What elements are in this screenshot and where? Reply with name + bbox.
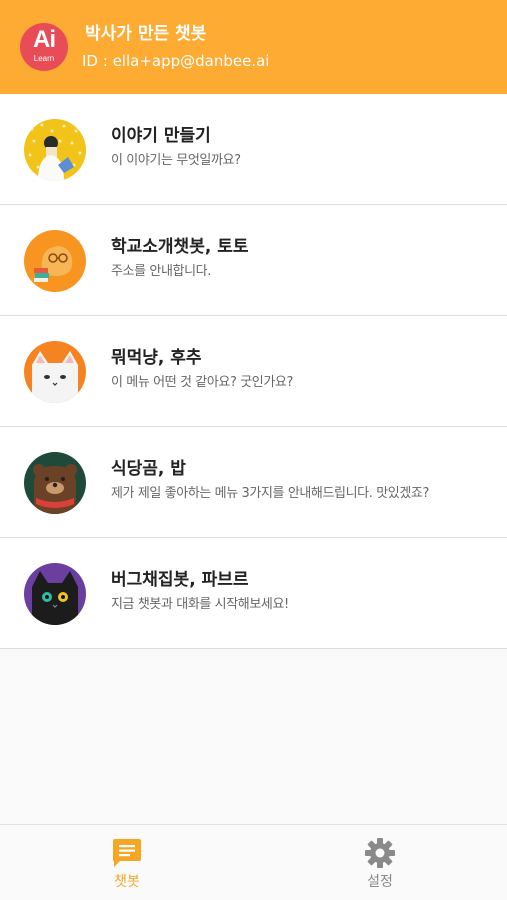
chatbot-item-toto[interactable]: 학교소개챗봇, 토토 주소를 안내합니다. bbox=[0, 205, 507, 316]
story-avatar bbox=[24, 119, 86, 181]
logo-ai-text: Ai bbox=[33, 26, 56, 53]
logo-learn-text: Learn bbox=[33, 54, 55, 63]
user-id: ID : ella+app@danbee.ai bbox=[82, 52, 270, 70]
header-title: 박사가 만든 챗봇 bbox=[85, 24, 207, 44]
app-header: Ai Learn 박사가 만든 챗봇 ID : ella+app@danbee.… bbox=[0, 0, 507, 94]
huchu-avatar bbox=[24, 341, 86, 403]
bap-avatar bbox=[24, 452, 86, 514]
chatbot-item-huchu[interactable]: 뭐먹냥, 후추 이 메뉴 어떤 것 같아요? 굿인가요? bbox=[0, 316, 507, 427]
bottom-tab-bar: 챗봇 설정 bbox=[0, 824, 507, 900]
chatbot-subtitle: 지금 챗봇과 대화를 시작해보세요! bbox=[111, 597, 289, 612]
chatbot-item-story[interactable]: 이야기 만들기 이 이야기는 무엇일까요? bbox=[0, 94, 507, 205]
chatbot-title: 식당곰, 밥 bbox=[111, 459, 186, 479]
tab-settings[interactable]: 설정 bbox=[320, 825, 440, 900]
chatbot-subtitle: 주소를 안내합니다. bbox=[111, 264, 211, 279]
chatbot-list: 이야기 만들기 이 이야기는 무엇일까요? 학교소개챗봇, 토토 주소를 안내합… bbox=[0, 94, 507, 649]
fabre-avatar bbox=[24, 563, 86, 625]
tab-chatbot-label: 챗봇 bbox=[114, 874, 140, 890]
chat-icon bbox=[111, 837, 143, 869]
tab-chatbot[interactable]: 챗봇 bbox=[67, 825, 187, 900]
chatbot-title: 이야기 만들기 bbox=[111, 126, 211, 146]
tab-settings-label: 설정 bbox=[367, 874, 393, 890]
chatbot-item-fabre[interactable]: 버그채집봇, 파브르 지금 챗봇과 대화를 시작해보세요! bbox=[0, 538, 507, 649]
chatbot-subtitle: 제가 제일 좋아하는 메뉴 3가지를 안내해드립니다. 맛있겠죠? bbox=[111, 486, 429, 501]
chatbot-title: 학교소개챗봇, 토토 bbox=[111, 237, 249, 257]
chatbot-title: 버그채집봇, 파브르 bbox=[111, 570, 249, 590]
chatbot-item-bap[interactable]: 식당곰, 밥 제가 제일 좋아하는 메뉴 3가지를 안내해드립니다. 맛있겠죠? bbox=[0, 427, 507, 538]
chatbot-title: 뭐먹냥, 후추 bbox=[111, 348, 202, 368]
gear-icon bbox=[364, 837, 396, 869]
chatbot-subtitle: 이 메뉴 어떤 것 같아요? 굿인가요? bbox=[111, 375, 293, 390]
chatbot-subtitle: 이 이야기는 무엇일까요? bbox=[111, 153, 241, 168]
toto-avatar bbox=[24, 230, 86, 292]
ai-learn-logo: Ai Learn bbox=[20, 23, 68, 71]
